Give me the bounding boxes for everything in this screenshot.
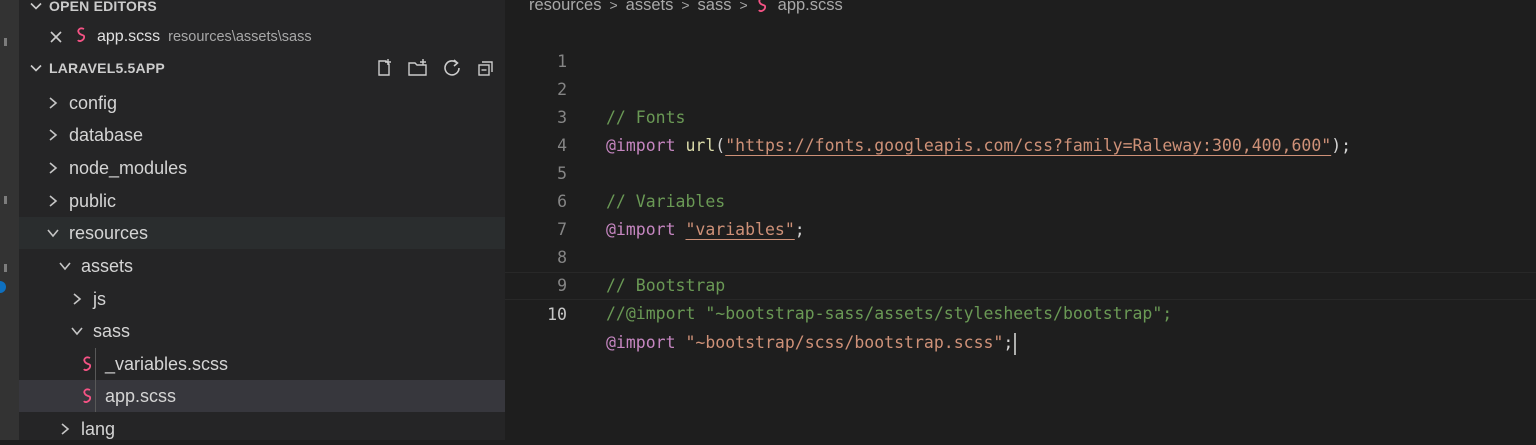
breadcrumb-item[interactable]: sass	[698, 0, 732, 15]
project-header[interactable]: LARAVEL5.5APP	[19, 55, 505, 81]
activity-indicator	[4, 38, 7, 46]
tree-label: config	[69, 92, 118, 113]
tree-item-assets[interactable]: assets	[19, 250, 505, 282]
open-editors-header[interactable]: OPEN EDITORS	[19, 0, 505, 19]
chevron-right-icon: >	[609, 0, 618, 13]
chevron-right-icon	[45, 160, 61, 176]
collapse-all-icon[interactable]	[475, 57, 497, 79]
code-line[interactable]: 1	[505, 20, 1536, 71]
tree-label: assets	[81, 255, 134, 276]
refresh-icon[interactable]	[441, 57, 463, 79]
open-editor-path: resources\assets\sass	[168, 29, 312, 45]
tree-label: database	[69, 124, 144, 145]
tree-label: js	[93, 288, 106, 309]
tree-label: _variables.scss	[105, 353, 229, 374]
chevron-right-icon	[45, 193, 61, 209]
code-line[interactable]: 7	[505, 188, 1536, 239]
breadcrumb-item[interactable]: resources	[529, 0, 601, 15]
tree-item-variables-file[interactable]: _variables.scss	[19, 348, 505, 380]
chevron-right-icon	[45, 95, 61, 111]
chevron-right-icon: >	[739, 0, 748, 13]
code-line[interactable]: 3 @import url("https://fonts.googleapis.…	[505, 76, 1536, 155]
line-number: 10	[547, 305, 567, 324]
explorer-actions	[373, 55, 497, 81]
tree-item-sass[interactable]: sass	[19, 315, 505, 347]
indent-guide	[95, 348, 96, 412]
code-line[interactable]: 6 @import "variables";	[505, 160, 1536, 239]
code-content: @import "~bootstrap/scss/bootstrap.scss"…	[606, 329, 1017, 357]
tree-item-config[interactable]: config	[19, 87, 505, 119]
chevron-down-icon	[27, 61, 45, 75]
code-line[interactable]: 8 // Bootstrap	[505, 216, 1536, 295]
new-folder-icon[interactable]	[407, 57, 429, 79]
code-line[interactable]: 4	[505, 104, 1536, 155]
tree-item-app-file[interactable]: app.scss	[19, 380, 505, 412]
tree-label: lang	[81, 418, 116, 439]
tree-label: app.scss	[105, 385, 177, 406]
activity-indicator	[4, 264, 7, 272]
breadcrumb: resources > assets > sass > app.scss	[529, 0, 843, 16]
string-token: "~bootstrap/scss/bootstrap.scss"	[685, 333, 1004, 352]
activity-bar	[0, 0, 19, 440]
breadcrumb-item[interactable]: assets	[626, 0, 674, 15]
punctuation-token: ;	[1003, 333, 1014, 352]
tree-label: resources	[69, 222, 149, 243]
chevron-right-icon	[45, 127, 61, 143]
activity-badge[interactable]	[0, 281, 6, 293]
chevron-down-icon	[27, 0, 45, 13]
tree-item-lang[interactable]: lang	[19, 413, 505, 445]
activity-indicator	[4, 196, 7, 204]
comment-token: //@import "~bootstrap-sass/assets/styles…	[606, 304, 1173, 323]
chevron-right-icon: >	[681, 0, 690, 13]
at-rule-token: @import	[606, 333, 676, 352]
tree-item-node-modules[interactable]: node_modules	[19, 152, 505, 184]
code-line[interactable]: 5 // Variables	[505, 132, 1536, 211]
explorer-sidebar: OPEN EDITORS app.scss resources\assets\s…	[19, 0, 505, 440]
close-icon[interactable]	[49, 30, 65, 44]
breadcrumb-file[interactable]: app.scss	[778, 0, 843, 15]
text-cursor	[1014, 332, 1017, 355]
chevron-right-icon	[69, 291, 85, 307]
open-editors-title: OPEN EDITORS	[49, 0, 157, 14]
chevron-down-icon	[45, 225, 61, 241]
tree-item-public[interactable]: public	[19, 185, 505, 217]
sass-file-icon	[756, 0, 770, 14]
code-content: //@import "~bootstrap-sass/assets/styles…	[606, 300, 1172, 328]
chevron-down-icon	[69, 323, 85, 339]
code-line[interactable]: 9 //@import "~bootstrap-sass/assets/styl…	[505, 244, 1536, 323]
new-file-icon[interactable]	[373, 57, 395, 79]
tree-item-database[interactable]: database	[19, 119, 505, 151]
code-editor[interactable]: resources > assets > sass > app.scss 1 2…	[505, 0, 1536, 440]
tree-label: node_modules	[69, 157, 188, 178]
tree-item-js[interactable]: js	[19, 283, 505, 315]
code-line-current[interactable]: 10 @import "~bootstrap/scss/bootstrap.sc…	[505, 272, 1536, 355]
tree-item-resources[interactable]: resources	[19, 217, 505, 249]
sass-file-icon	[75, 26, 89, 49]
code-line[interactable]: 2 // Fonts	[505, 48, 1536, 127]
chevron-down-icon	[57, 258, 73, 274]
chevron-right-icon	[57, 421, 73, 437]
open-editor-filename: app.scss	[97, 28, 161, 45]
open-editor-item[interactable]: app.scss resources\assets\sass	[19, 24, 505, 50]
project-title: LARAVEL5.5APP	[49, 60, 165, 76]
tree-label: public	[69, 190, 117, 211]
tree-label: sass	[93, 320, 131, 341]
